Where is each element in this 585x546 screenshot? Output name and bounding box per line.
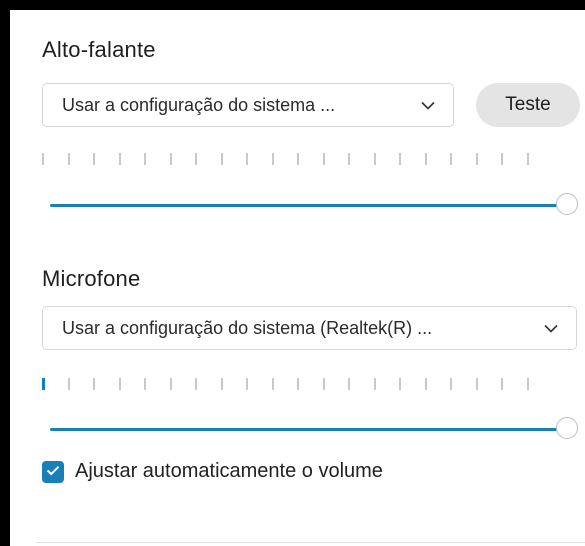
meter-tick [67,378,70,390]
microphone-section-title: Microfone [42,266,141,291]
meter-tick [348,153,350,165]
microphone-volume-slider[interactable] [50,416,578,442]
meter-tick [144,153,146,165]
meter-tick [246,378,248,390]
meter-tick [271,378,274,390]
microphone-volume-thumb[interactable] [556,417,578,439]
speaker-device-value: Usar a configuração do sistema ... [62,94,336,115]
meter-tick [297,153,299,165]
microphone-level-meter [42,378,552,392]
meter-tick [475,378,478,390]
meter-tick [220,153,223,165]
meter-tick [297,378,299,390]
microphone-device-value: Usar a configuração do sistema (Realtek(… [62,317,433,338]
microphone-device-dropdown[interactable]: Usar a configuração do sistema (Realtek(… [42,306,577,350]
meter-tick [450,378,452,390]
auto-volume-checkbox[interactable] [42,460,64,483]
test-speaker-button[interactable]: Teste [476,83,580,127]
speaker-volume-thumb[interactable] [556,193,578,215]
speaker-section-title: Alto-falante [42,37,156,62]
meter-tick [220,378,223,390]
meter-tick [93,378,95,390]
meter-tick [348,378,350,390]
meter-tick [67,153,70,165]
auto-volume-label: Ajustar automaticamente o volume [75,460,383,482]
microphone-volume-track [50,428,558,431]
meter-tick [169,153,172,165]
meter-tick [118,378,121,390]
meter-tick [118,153,121,165]
meter-tick [195,378,197,390]
meter-tick [169,378,172,390]
meter-tick [144,378,146,390]
auto-volume-option[interactable]: Ajustar automaticamente o volume [42,460,383,483]
meter-tick [322,378,325,390]
checkmark-icon [46,463,60,481]
meter-tick [526,153,529,165]
speaker-level-meter [42,153,552,167]
divider [36,542,585,543]
meter-tick [195,153,197,165]
audio-settings-panel: Alto-falante Usar a configuração do sist… [10,10,585,546]
meter-tick [246,153,248,165]
speaker-volume-slider[interactable] [50,192,578,218]
meter-tick [475,153,478,165]
meter-tick [501,153,503,165]
meter-tick [373,153,376,165]
meter-tick [424,153,427,165]
chevron-down-icon [544,321,558,335]
meter-tick [373,378,376,390]
meter-tick [42,378,45,390]
meter-tick [424,378,427,390]
meter-tick [450,153,452,165]
meter-tick [501,378,503,390]
speaker-device-dropdown[interactable]: Usar a configuração do sistema ... [42,83,454,127]
meter-tick [42,153,44,165]
meter-tick [271,153,274,165]
meter-tick [399,378,401,390]
chevron-down-icon [421,98,435,112]
meter-tick [322,153,325,165]
meter-tick [526,378,529,390]
meter-tick [93,153,95,165]
meter-tick [399,153,401,165]
speaker-volume-track [50,204,558,207]
